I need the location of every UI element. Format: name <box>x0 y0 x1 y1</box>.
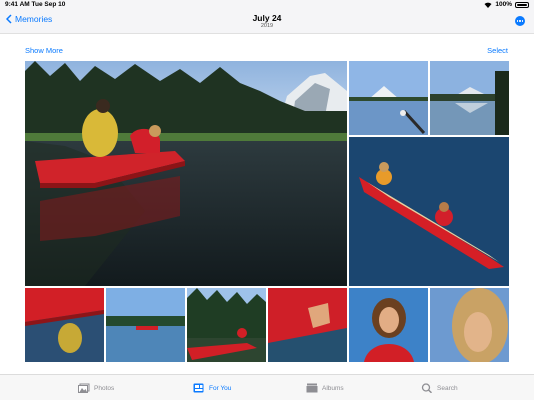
status-time: 9:41 AM Tue Sep 10 <box>5 1 66 8</box>
navigation-bar: 9:41 AM Tue Sep 10 100% Memories July 24… <box>0 0 534 34</box>
photo-tile-9[interactable] <box>349 288 428 362</box>
tab-photos-label: Photos <box>94 384 115 392</box>
for-you-icon <box>193 383 204 393</box>
photo-tile-6[interactable] <box>106 288 185 362</box>
more-options-button[interactable] <box>515 16 525 26</box>
photo-tile-4[interactable] <box>349 137 509 286</box>
tab-photos[interactable]: Photos <box>78 383 114 393</box>
albums-icon <box>306 383 318 393</box>
tab-search-label: Search <box>437 384 458 392</box>
status-indicators: 100% <box>484 1 529 8</box>
photo-tile-5[interactable] <box>25 288 104 362</box>
photos-icon <box>78 383 90 393</box>
search-icon <box>421 383 433 393</box>
tab-albums[interactable]: Albums <box>306 383 344 393</box>
photo-tile-8[interactable] <box>268 288 347 362</box>
photo-tile-7[interactable] <box>187 288 266 362</box>
photo-tile-10[interactable] <box>430 288 509 362</box>
tab-albums-label: Albums <box>322 384 344 392</box>
photo-tile-1[interactable] <box>25 61 347 286</box>
page-title: July 24 <box>252 13 282 23</box>
tab-for-you[interactable]: For You <box>193 383 231 393</box>
wifi-icon <box>484 2 492 8</box>
tab-search[interactable]: Search <box>421 383 458 393</box>
battery-percentage: 100% <box>495 1 512 8</box>
select-button[interactable]: Select <box>487 46 508 55</box>
show-more-button[interactable]: Show More <box>25 46 63 55</box>
battery-icon <box>515 1 529 8</box>
photo-grid <box>25 61 509 362</box>
photo-tile-3[interactable] <box>430 61 509 135</box>
tab-bar: Photos For You Albums Search <box>0 374 534 400</box>
page-subtitle: 2019 <box>260 23 274 29</box>
status-bar: 9:41 AM Tue Sep 10 100% <box>0 0 534 10</box>
tab-for-you-label: For You <box>209 384 232 392</box>
photo-tile-2[interactable] <box>349 61 428 135</box>
